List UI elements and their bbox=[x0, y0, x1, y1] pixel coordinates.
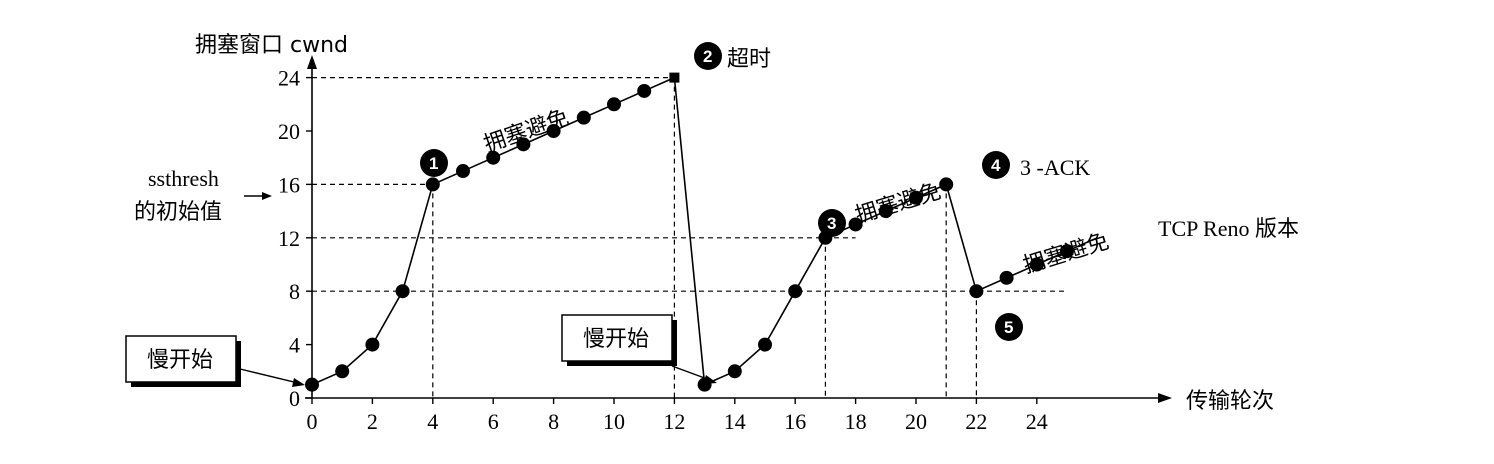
data-point bbox=[335, 364, 350, 379]
cwnd-line bbox=[311, 76, 1098, 386]
data-point bbox=[425, 177, 440, 192]
annotation-2: 2 超时 bbox=[694, 42, 771, 72]
badge-1-number: 1 bbox=[429, 154, 438, 173]
annotation-3: 3 bbox=[818, 209, 846, 237]
congestion-avoidance-label-3: 拥塞避免 bbox=[1020, 229, 1111, 279]
annotation-1: 1 bbox=[420, 149, 448, 177]
three-ack-label: 3 -ACK bbox=[1020, 155, 1090, 180]
ssthresh-label-sub: 的初始值 bbox=[134, 200, 222, 225]
x-axis-title: 传输轮次 bbox=[1186, 389, 1274, 414]
x-tick-label: 22 bbox=[965, 409, 987, 434]
slow-start-pointer-1 bbox=[235, 367, 299, 384]
data-point bbox=[669, 72, 680, 83]
x-ticks: 0 2 4 6 8 10 12 14 16 18 20 22 24 bbox=[307, 398, 1048, 434]
data-point bbox=[788, 284, 803, 299]
ssthresh-label: ssthresh bbox=[148, 166, 219, 191]
data-point bbox=[758, 337, 772, 352]
timeout-label: 超时 bbox=[727, 47, 771, 72]
y-tick-label: 4 bbox=[289, 333, 300, 358]
cwnd-chart: 拥塞窗口 cwnd 传输轮次 ssthresh 的初始值 0 2 4 6 8 10 12 14… bbox=[125, 33, 1299, 434]
y-tick-label: 12 bbox=[278, 226, 300, 251]
annotation-4: 4 3 -ACK bbox=[982, 151, 1090, 180]
data-point bbox=[365, 337, 380, 352]
tcp-reno-label: TCP Reno 版本 bbox=[1158, 216, 1299, 241]
data-point bbox=[727, 364, 742, 379]
x-tick-label: 12 bbox=[663, 409, 685, 434]
annotation-5: 5 bbox=[995, 313, 1023, 341]
x-tick-label: 24 bbox=[1026, 409, 1048, 434]
data-point bbox=[305, 377, 319, 392]
x-tick-label: 0 bbox=[307, 409, 318, 434]
x-tick-label: 18 bbox=[845, 409, 867, 434]
x-axis-arrow bbox=[1158, 393, 1172, 403]
slow-start-box-2: 慢开始 bbox=[561, 314, 677, 366]
x-tick-label: 14 bbox=[724, 409, 746, 434]
data-point bbox=[637, 83, 652, 98]
data-point bbox=[969, 284, 984, 299]
badge-3-number: 3 bbox=[827, 214, 836, 233]
y-tick-label: 8 bbox=[289, 279, 300, 304]
badge-5-number: 5 bbox=[1004, 318, 1013, 337]
data-point bbox=[939, 177, 954, 192]
ssthresh-arrow-head bbox=[262, 192, 272, 200]
x-tick-label: 4 bbox=[427, 409, 438, 434]
data-point bbox=[607, 97, 621, 112]
x-tick-label: 8 bbox=[548, 409, 559, 434]
data-point bbox=[999, 270, 1014, 285]
y-tick-label: 24 bbox=[278, 66, 300, 91]
x-tick-label: 6 bbox=[488, 409, 499, 434]
y-axis-title: 拥塞窗口 cwnd bbox=[195, 33, 348, 58]
x-tick-label: 16 bbox=[784, 409, 806, 434]
slow-start-box-1: 慢开始 bbox=[125, 335, 241, 387]
y-tick-label: 0 bbox=[289, 386, 300, 411]
y-tick-label: 20 bbox=[278, 119, 300, 144]
slow-start-pointer-2 bbox=[671, 365, 711, 381]
slow-start-label-2: 慢开始 bbox=[583, 327, 649, 352]
x-tick-label: 20 bbox=[905, 409, 927, 434]
badge-4-number: 4 bbox=[991, 156, 1001, 175]
slow-start-pointer-1-head bbox=[292, 378, 305, 387]
congestion-avoidance-label-2: 拥塞避免 bbox=[852, 179, 943, 229]
x-tick-label: 10 bbox=[603, 409, 625, 434]
y-tick-label: 16 bbox=[278, 172, 300, 197]
x-tick-label: 2 bbox=[367, 409, 378, 434]
badge-2-number: 2 bbox=[703, 47, 712, 66]
y-ticks: 0 4 8 12 16 20 24 bbox=[278, 66, 312, 411]
data-point bbox=[576, 110, 591, 125]
data-point bbox=[395, 284, 410, 299]
series-line bbox=[311, 76, 1098, 386]
data-point bbox=[456, 164, 470, 179]
slow-start-label-1: 慢开始 bbox=[147, 348, 213, 373]
